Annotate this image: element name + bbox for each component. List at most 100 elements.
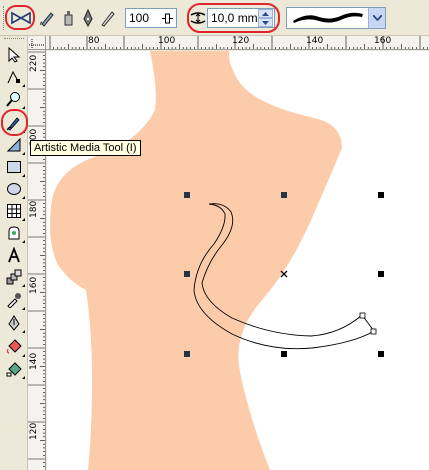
stroke-preview-icon <box>293 12 363 23</box>
rectangle-icon <box>7 161 21 173</box>
width-spin-up[interactable] <box>258 9 273 18</box>
arrow-up-icon <box>262 11 269 16</box>
rectangle-tool-button[interactable] <box>3 156 25 178</box>
graph-paper-tool-button[interactable] <box>3 200 25 222</box>
flyout-indicator <box>22 152 25 155</box>
preset-mode-icon <box>11 11 31 25</box>
basic-shapes-tool-button[interactable] <box>3 222 25 244</box>
ruler-label: 160 <box>29 276 39 294</box>
flyout-indicator <box>22 376 25 379</box>
pressure-mode-button[interactable] <box>97 7 119 29</box>
selection-handle <box>281 192 287 198</box>
selection-handle <box>378 271 384 277</box>
calligraphic-mode-button[interactable] <box>77 7 99 29</box>
flyout-indicator <box>22 218 25 221</box>
pick-tool-button[interactable] <box>3 44 25 66</box>
ruler-label: 100 <box>158 36 176 46</box>
ruler-label: 140 <box>29 352 39 370</box>
selection-handle <box>184 192 190 198</box>
ruler-label: 120 <box>29 422 39 440</box>
selection-handle <box>378 192 384 198</box>
vertical-ruler[interactable]: 220 200 180 160 140 120 <box>28 50 46 470</box>
arrow-pointer-icon <box>8 47 21 63</box>
shape-tool-button[interactable] <box>3 66 25 88</box>
sprayer-mode-icon <box>64 11 73 26</box>
brush-mode-button[interactable] <box>37 7 59 29</box>
flyout-indicator <box>22 130 25 133</box>
eyedropper-tool-button[interactable] <box>3 289 25 311</box>
flyout-indicator <box>22 174 25 177</box>
grid-icon <box>7 204 21 218</box>
tooltip-text: Artistic Media Tool (I) <box>34 142 137 154</box>
smoothing-value: 100 <box>129 11 150 25</box>
smart-fill-icon <box>6 137 21 152</box>
outline-tool-button[interactable] <box>3 312 25 334</box>
interactive-blend-tool-button[interactable] <box>3 266 25 288</box>
flyout-indicator <box>22 84 25 87</box>
ruler-label: 160 <box>374 36 392 46</box>
slider-icon <box>161 13 173 23</box>
flyout-indicator <box>22 106 25 109</box>
stroke-preset-dropdown-button[interactable] <box>368 8 385 28</box>
sprayer-mode-button[interactable] <box>57 7 79 29</box>
node-handle <box>370 328 377 335</box>
ruler-label: 220 <box>29 54 39 72</box>
zoom-tool-button[interactable] <box>3 88 25 110</box>
center-marker <box>280 270 288 278</box>
artistic-media-tool-button[interactable] <box>3 112 25 134</box>
ruler-label: 80 <box>88 36 100 46</box>
flyout-indicator <box>22 330 25 333</box>
selection-handle <box>378 351 384 357</box>
brush-mode-icon <box>40 12 54 27</box>
blend-icon <box>6 269 22 285</box>
pen-nib-icon <box>8 315 20 331</box>
flyout-indicator <box>22 307 25 310</box>
width-icon <box>190 10 206 26</box>
flyout-indicator <box>22 196 25 199</box>
width-spin-down[interactable] <box>258 18 273 27</box>
width-value: 10,0 mm <box>211 11 258 25</box>
ruler-origin[interactable] <box>28 36 46 50</box>
ellipse-icon <box>7 183 21 195</box>
flyout-indicator <box>22 354 25 357</box>
paint-bucket-icon <box>7 339 22 354</box>
text-tool-button[interactable] <box>3 244 25 266</box>
smart-fill-tool-button[interactable] <box>3 134 25 156</box>
eyedropper-icon <box>7 293 21 308</box>
arrow-down-icon <box>262 20 269 25</box>
text-tool-icon <box>8 247 20 263</box>
body-shape <box>50 51 342 470</box>
selection-handle <box>281 351 287 357</box>
interactive-fill-tool-button[interactable] <box>3 358 25 380</box>
property-bar: 100 10,0 mm <box>0 0 429 36</box>
fill-tool-button[interactable] <box>3 336 25 358</box>
stroke-preset-list[interactable] <box>286 7 386 29</box>
preset-mode-button[interactable] <box>10 7 32 29</box>
pressure-mode-icon <box>101 11 115 27</box>
artistic-media-icon <box>6 117 20 131</box>
horizontal-ruler[interactable]: 80 100 120 140 160 <box>46 36 429 50</box>
flyout-indicator <box>22 284 25 287</box>
smoothing-slider-button[interactable] <box>160 10 174 26</box>
toolbox <box>0 36 28 470</box>
ruler-origin-icon <box>29 39 44 49</box>
chevron-down-icon <box>372 15 382 21</box>
flyout-indicator <box>22 240 25 243</box>
toolbox-grip[interactable] <box>4 38 24 41</box>
ruler-label: 120 <box>232 36 250 46</box>
basic-shapes-icon <box>8 226 20 240</box>
magnifier-icon <box>6 92 20 107</box>
drawing-canvas[interactable] <box>47 51 429 470</box>
interactive-fill-icon <box>6 362 22 377</box>
drawing-surface <box>50 51 384 470</box>
shape-tool-icon <box>7 70 20 84</box>
ruler-label: 180 <box>29 200 39 218</box>
ellipse-tool-button[interactable] <box>3 178 25 200</box>
ruler-label: 140 <box>306 36 324 46</box>
toolbar-grip[interactable] <box>3 6 6 30</box>
selection-handle <box>184 271 190 277</box>
vertical-ruler-ticks <box>28 51 45 467</box>
selection-handle <box>184 351 190 357</box>
node-handle <box>359 312 366 319</box>
tool-tooltip: Artistic Media Tool (I) <box>30 140 141 156</box>
